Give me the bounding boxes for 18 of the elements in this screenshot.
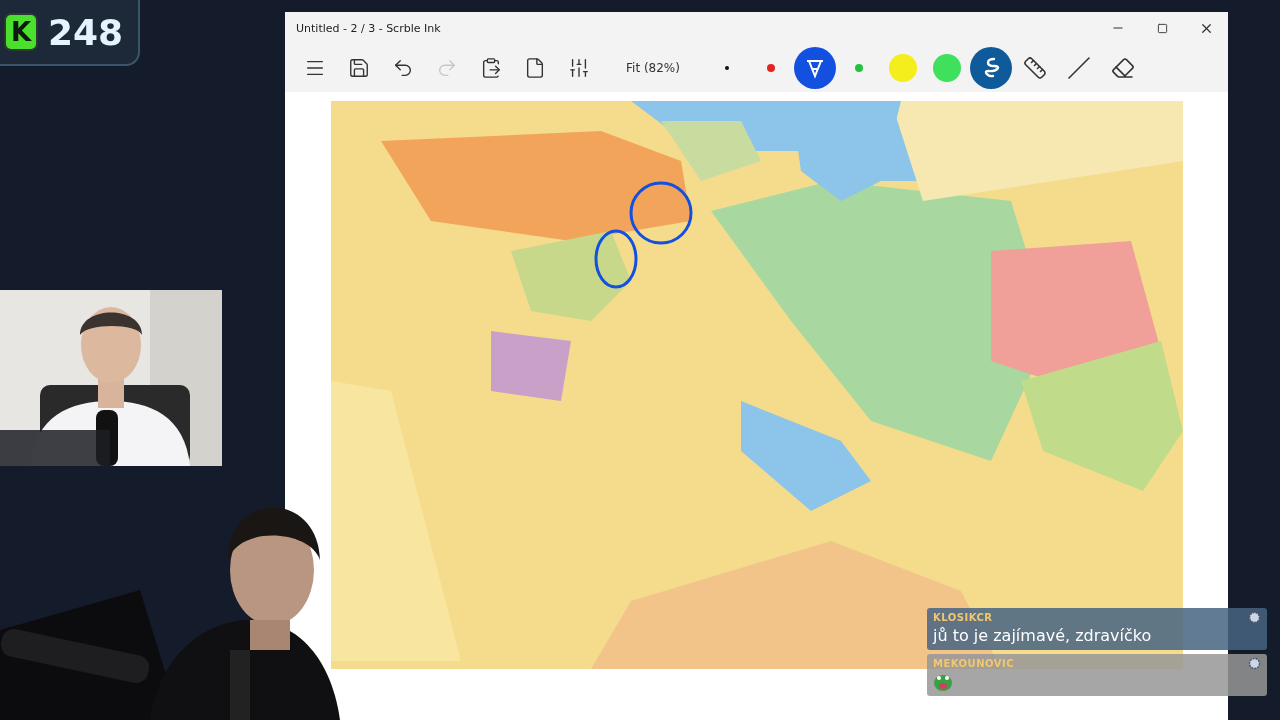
ruler-icon[interactable] [1023,56,1047,80]
badge-icon [1248,657,1261,670]
badge-count: 248 [48,11,124,53]
badge-icon [1248,611,1261,624]
pen-button[interactable] [970,47,1012,89]
window-title: Untitled - 2 / 3 - Scrble Ink [296,21,442,35]
page-icon[interactable] [524,57,546,79]
frog-emote-icon [933,673,953,691]
pen-button[interactable] [794,47,836,89]
eraser-icon[interactable] [1111,56,1135,80]
line-icon[interactable] [1067,56,1091,80]
undo-icon[interactable] [392,57,414,79]
save-icon[interactable] [348,57,370,79]
paste-icon[interactable] [480,57,502,79]
badge-letter: K [4,13,38,51]
zoom-label[interactable]: Fit (82%) [601,61,705,75]
pen-tip-icon [804,57,826,79]
sliders-icon[interactable] [568,57,590,79]
